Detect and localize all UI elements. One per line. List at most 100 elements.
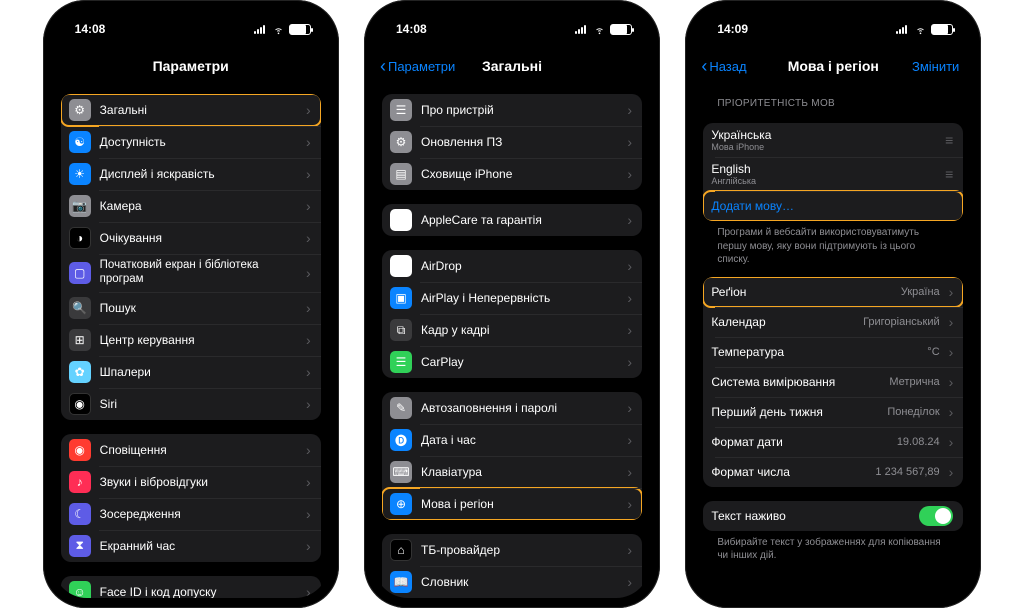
signal-icon xyxy=(896,24,910,34)
nav-bar: Параметри xyxy=(53,48,329,84)
settings-row[interactable]: ▤Сховище iPhone› xyxy=(382,158,642,190)
settings-row[interactable]: 📖Словник› xyxy=(382,566,642,598)
settings-row[interactable]: ◉Siri› xyxy=(61,388,321,420)
settings-row[interactable]: ☰Про пристрій› xyxy=(382,94,642,126)
settings-row[interactable]: КалендарГригоріанський› xyxy=(703,307,963,337)
row-label: Дата і час xyxy=(421,433,618,447)
row-label: Календар xyxy=(711,315,854,329)
pip-icon: ⧉ xyxy=(390,319,412,341)
sounds-icon: ♪ xyxy=(69,471,91,493)
settings-group: ☰Про пристрій›⚙︎Оновлення ПЗ›▤Сховище iP… xyxy=(382,94,642,190)
settings-row[interactable]: ☀Дисплей і яскравість› xyxy=(61,158,321,190)
settings-row[interactable]: ☾Зосередження› xyxy=(61,498,321,530)
row-label: Автозаповнення і паролі xyxy=(421,401,618,415)
status-time: 14:08 xyxy=(396,22,427,36)
settings-row[interactable]: ⚙︎Загальні› xyxy=(61,94,321,126)
settings-row[interactable]: Формат дати19.08.24› xyxy=(703,427,963,457)
row-label: Формат дати xyxy=(711,435,888,449)
settings-row[interactable]: Температура°C› xyxy=(703,337,963,367)
chevron-right-icon: › xyxy=(306,265,311,281)
settings-row[interactable]: УкраїнськаМова iPhone ≡ xyxy=(703,123,963,157)
settings-row[interactable]: ✿Шпалери› xyxy=(61,356,321,388)
row-sublabel: Мова iPhone xyxy=(711,142,936,152)
chevron-right-icon: › xyxy=(306,442,311,458)
row-label: Сповіщення xyxy=(100,443,297,457)
row-label: Звуки і вібровідгуки xyxy=(100,475,297,489)
section-footer: Програми й вебсайти використовуватимуть … xyxy=(703,221,963,267)
row-label: Сховище iPhone xyxy=(421,167,618,181)
settings-row[interactable]: Перший день тижняПонеділок› xyxy=(703,397,963,427)
phone-general: 14:08 ‹Параметри Загальні ☰Про пристрій›… xyxy=(364,0,660,608)
settings-row[interactable]: 📷Камера› xyxy=(61,190,321,222)
chevron-right-icon: › xyxy=(949,404,954,420)
row-value: Метрична xyxy=(889,376,939,388)
settings-row[interactable]: ▢Початковий екран і бібліотека програм› xyxy=(61,254,321,292)
chevron-right-icon: › xyxy=(306,538,311,554)
settings-row[interactable]: 🔍Пошук› xyxy=(61,292,321,324)
chevron-right-icon: › xyxy=(949,344,954,360)
home-icon: ▢ xyxy=(69,262,91,284)
settings-row[interactable]: ◉Сповіщення› xyxy=(61,434,321,466)
row-label: УкраїнськаМова iPhone xyxy=(711,128,936,152)
datetime-icon: 🅓 xyxy=(390,429,412,451)
settings-row[interactable]: РеґіонУкраїна› xyxy=(703,277,963,307)
settings-row[interactable]: EnglishАнглійська≡ xyxy=(703,157,963,191)
row-label: Реґіон xyxy=(711,285,892,299)
nav-back[interactable]: ‹Параметри xyxy=(380,57,455,75)
settings-row[interactable]: ▣AirPlay і Неперервність› xyxy=(382,282,642,314)
settings-row[interactable]: ♪Звуки і вібровідгуки› xyxy=(61,466,321,498)
settings-row[interactable]: ✎Автозаповнення і паролі› xyxy=(382,392,642,424)
row-label: Face ID і код допуску xyxy=(100,585,297,598)
row-value: Україна xyxy=(901,286,940,298)
nav-edit[interactable]: Змінити xyxy=(912,59,959,74)
settings-group: ◎AirDrop›▣AirPlay і Неперервність› ⧉ Кадр … xyxy=(382,250,642,378)
settings-row[interactable]: Система вимірювання Метрична › xyxy=(703,367,963,397)
language-icon: ⊕ xyxy=(390,493,412,515)
faceid-icon: ☺ xyxy=(69,581,91,598)
row-label: Система вимірювання xyxy=(711,375,880,389)
notch xyxy=(145,10,237,32)
chevron-right-icon: › xyxy=(627,464,632,480)
drag-handle-icon[interactable]: ≡ xyxy=(945,166,953,182)
settings-row[interactable]: ⌂ТБ-провайдер› xyxy=(382,534,642,566)
settings-row[interactable]: 🅓Дата і час› xyxy=(382,424,642,456)
drag-handle-icon[interactable]: ≡ xyxy=(945,132,953,148)
settings-row[interactable]: ◎AirDrop› xyxy=(382,250,642,282)
settings-row[interactable]: •AppleCare та гарантія› xyxy=(382,204,642,236)
nav-back[interactable]: ‹Назад xyxy=(701,57,746,75)
row-label: Siri xyxy=(100,397,297,411)
phone-language-region: 14:09 ‹Назад Мова і регіон Змінити ПРІОР… xyxy=(685,0,981,608)
settings-row[interactable]: ☰CarPlay› xyxy=(382,346,642,378)
settings-row[interactable]: ⌨Клавіатура› xyxy=(382,456,642,488)
dictionary-icon: 📖 xyxy=(390,571,412,593)
keyboard-icon: ⌨ xyxy=(390,461,412,483)
chevron-right-icon: › xyxy=(306,584,311,598)
settings-row[interactable]: ⧉Кадр у кадрі› xyxy=(382,314,642,346)
settings-row[interactable]: ◑Очікування› xyxy=(61,222,321,254)
general-list[interactable]: ☰Про пристрій›⚙︎Оновлення ПЗ›▤Сховище iP… xyxy=(374,84,650,598)
toggle-switch[interactable] xyxy=(919,506,953,526)
chevron-right-icon: › xyxy=(949,314,954,330)
settings-row[interactable]: ☯Доступність› xyxy=(61,126,321,158)
settings-row[interactable]: ☺ Face ID і код допуску › xyxy=(61,576,321,598)
settings-row[interactable]: ⊕Мова і регіон› xyxy=(382,488,642,520)
settings-row[interactable]: ⚙︎Оновлення ПЗ› xyxy=(382,126,642,158)
settings-row[interactable]: Формат числа1 234 567,89› xyxy=(703,457,963,487)
row-label: Мова і регіон xyxy=(421,497,618,511)
add-language-row[interactable]: Додати мову… xyxy=(703,191,963,221)
row-label: CarPlay xyxy=(421,355,618,369)
row-label: AppleCare та гарантія xyxy=(421,213,618,227)
chevron-right-icon: › xyxy=(949,434,954,450)
live-text-row[interactable]: Текст наживо xyxy=(703,501,963,531)
settings-row[interactable]: ⊞Центр керування› xyxy=(61,324,321,356)
wifi-icon xyxy=(593,24,606,34)
settings-list[interactable]: ⚙︎Загальні›☯Доступність›☀Дисплей і яскра… xyxy=(53,84,329,598)
chevron-right-icon: › xyxy=(627,290,632,306)
chevron-right-icon: › xyxy=(306,332,311,348)
settings-row[interactable]: ⧗Екранний час› xyxy=(61,530,321,562)
row-label: Кадр у кадрі xyxy=(421,323,618,337)
chevron-right-icon: › xyxy=(306,230,311,246)
language-region-list[interactable]: ПРІОРИТЕТНІСТЬ МОВУкраїнськаМова iPhone≡… xyxy=(695,84,971,598)
chevron-right-icon: › xyxy=(949,374,954,390)
nav-bar: ‹Параметри Загальні xyxy=(374,48,650,84)
